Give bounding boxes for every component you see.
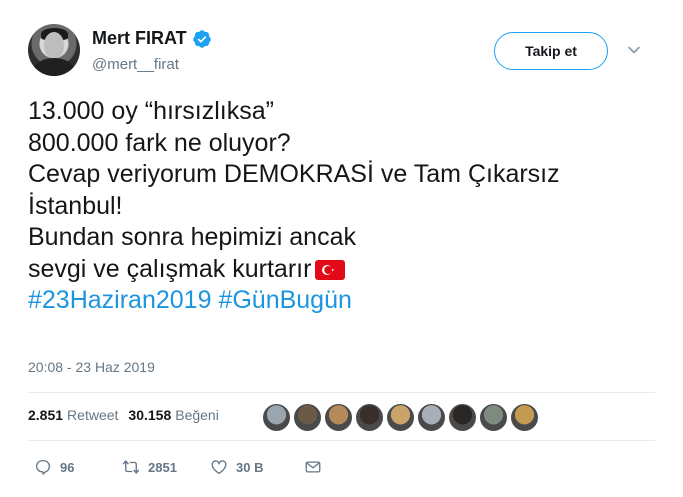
hashtag-link[interactable]: #23Haziran2019 [28,286,211,314]
hashtag-line: #23Haziran2019 #GünBugün [28,285,658,317]
reply-count: 96 [60,459,75,475]
liker-avatar[interactable] [293,403,322,432]
retweet-stat-count[interactable]: 2.851 [28,407,63,423]
hashtag-link[interactable]: #GünBugün [218,286,351,314]
liker-avatar[interactable] [417,403,446,432]
like-stat-label[interactable]: Beğeni [175,407,219,423]
like-stat-count[interactable]: 30.158 [128,407,171,423]
avatar[interactable] [28,24,80,76]
retweet-stat-label[interactable]: Retweet [67,407,118,423]
liker-avatar[interactable] [386,403,415,432]
name-row: Mert FIRAT [92,28,212,49]
reply-button[interactable]: 96 [34,458,122,476]
tweet-line: 13.000 oy “hırsızlıksa” [28,97,274,125]
tweet-line: İstanbul! [28,191,123,220]
liker-avatar[interactable] [355,403,384,432]
heart-icon [211,460,227,475]
tweet-actions: 96 2851 30 B [34,458,322,476]
chevron-down-icon[interactable] [626,42,642,58]
envelope-icon [305,461,321,473]
retweet-icon [122,460,140,474]
divider [28,440,655,441]
like-button[interactable]: 30 B [210,458,304,476]
tweet-timestamp[interactable]: 20:08 - 23 Haz 2019 [28,359,155,375]
divider [28,392,655,393]
tweet-line: 800.000 fark ne oluyor? [28,128,291,157]
retweet-count: 2851 [148,459,177,475]
liker-avatar[interactable] [448,403,477,432]
liker-avatar[interactable] [324,403,353,432]
tweet-header: Mert FIRAT @mert__firat Takip et [28,22,658,82]
tweet-line: Bundan sonra hepimizi ancak [28,223,356,251]
display-name[interactable]: Mert FIRAT [92,28,187,49]
liker-avatars [262,403,539,432]
follow-button[interactable]: Takip et [494,32,608,70]
direct-message-button[interactable] [304,458,322,476]
liker-avatar[interactable] [479,403,508,432]
liker-avatar[interactable] [510,403,539,432]
like-count: 30 B [236,459,264,475]
liker-avatar[interactable] [262,403,291,432]
engagement-stats: 2.851 Retweet 30.158 Beğeni [28,407,229,423]
reply-icon [35,459,51,475]
verified-badge-icon [192,29,211,48]
tweet-line-with-flag: sevgi ve çalışmak kurtarır [28,254,658,286]
user-handle[interactable]: @mert__firat [92,56,179,73]
tweet-line: sevgi ve çalışmak kurtarır [28,254,312,283]
tweet-line: Cevap veriyorum DEMOKRASİ ve Tam Çıkarsı… [28,160,560,188]
tweet-text: 13.000 oy “hırsızlıksa” 800.000 fark ne … [28,96,658,317]
retweet-button[interactable]: 2851 [122,458,210,476]
turkey-flag-icon [315,259,346,280]
